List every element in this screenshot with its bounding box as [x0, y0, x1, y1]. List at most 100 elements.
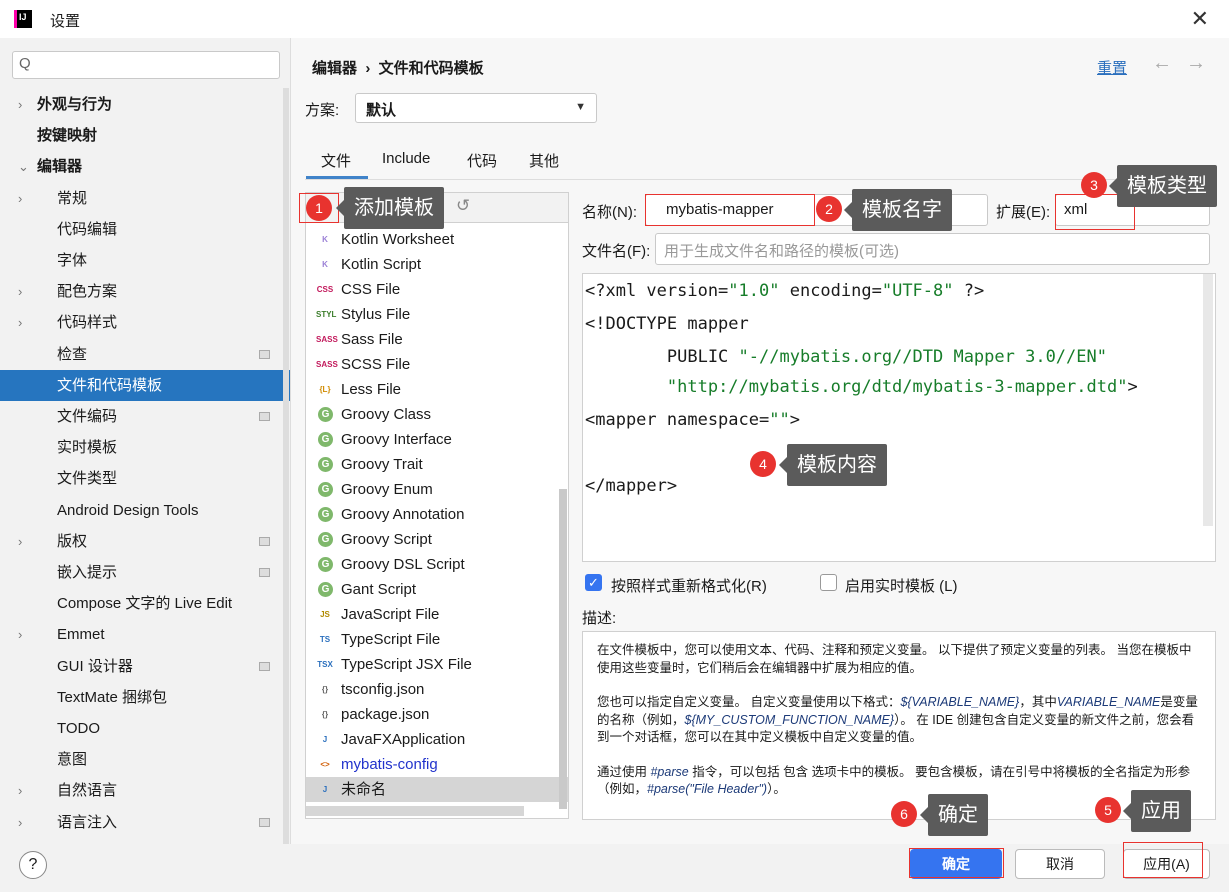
sidebar-item[interactable]: ⌄ 编辑器 — [0, 151, 290, 182]
template-list-item[interactable]: G Groovy Script — [306, 527, 568, 552]
desc-var: ${VARIABLE_NAME} — [900, 695, 1020, 709]
sidebar-item[interactable]: › Emmet — [0, 619, 290, 650]
forward-arrow-icon[interactable]: → — [1186, 52, 1206, 75]
sidebar-item-label: 文件和代码模板 — [57, 376, 163, 394]
sidebar-item[interactable]: › 常规 — [0, 183, 290, 214]
desc-text: ）。 — [767, 782, 786, 796]
template-list-item[interactable]: G Groovy Trait — [306, 452, 568, 477]
template-list-item[interactable]: K Kotlin Worksheet — [306, 227, 568, 252]
desc-var: VARIABLE_NAME — [1056, 695, 1161, 709]
code-text: <mapper namespace= — [585, 410, 770, 430]
reset-icon[interactable]: ↺ — [456, 196, 470, 216]
template-list-item[interactable]: JS JavaScript File — [306, 602, 568, 627]
template-list-item[interactable]: TS TypeScript File — [306, 627, 568, 652]
annotation-tooltip: 应用 — [1123, 790, 1191, 832]
template-list-item[interactable]: G Groovy Class — [306, 402, 568, 427]
annotation-tooltip: 模板内容 — [779, 444, 887, 486]
list-scrollbar[interactable] — [559, 489, 567, 809]
search-input[interactable]: Q — [12, 51, 280, 79]
sidebar-item[interactable]: › 配色方案 — [0, 276, 290, 307]
filename-input[interactable]: 用于生成文件名和路径的模板(可选) — [655, 233, 1210, 265]
reset-link[interactable]: 重置 — [1097, 57, 1127, 78]
sidebar-item[interactable]: TextMate 捆绑包 — [0, 682, 290, 713]
chevron-right-icon[interactable]: › — [18, 183, 22, 214]
live-templates-checkbox[interactable] — [820, 574, 837, 591]
file-type-icon: {} — [321, 685, 329, 694]
tab-include[interactable]: Include — [382, 150, 430, 167]
sidebar-item[interactable]: › 语言注入 — [0, 807, 290, 838]
sidebar-item[interactable]: 文件编码 — [0, 401, 290, 432]
chevron-right-icon[interactable]: › — [18, 526, 22, 557]
sidebar-item[interactable]: 检查 — [0, 339, 290, 370]
chevron-right-icon[interactable]: › — [18, 307, 22, 338]
sidebar-item-label: 文件类型 — [57, 470, 118, 488]
reformat-checkbox[interactable]: ✓ — [585, 574, 602, 591]
chevron-right-icon[interactable]: › — [18, 276, 22, 307]
template-list-item[interactable]: J JavaFXApplication — [306, 727, 568, 752]
sidebar-item[interactable]: 文件和代码模板 — [0, 369, 290, 401]
sidebar-item-label: 文件编码 — [57, 408, 118, 425]
annotation-box-ok — [909, 848, 1004, 878]
template-list-item[interactable]: SASS Sass File — [306, 327, 568, 352]
file-type-icon: SASS — [316, 335, 338, 344]
template-list-item[interactable]: J 未命名 — [306, 777, 568, 802]
template-list-item[interactable]: STYL Stylus File — [306, 302, 568, 327]
template-name: TypeScript JSX File — [341, 656, 472, 673]
template-list-item[interactable]: <> mybatis-config — [306, 752, 568, 777]
sidebar-item-label: 外观与行为 — [37, 96, 113, 113]
template-list-item[interactable]: G Groovy Interface — [306, 427, 568, 452]
sidebar-scrollbar[interactable] — [283, 88, 289, 848]
list-hscrollbar[interactable] — [306, 806, 524, 816]
chevron-right-icon[interactable]: › — [18, 775, 22, 806]
sidebar-item[interactable]: 意图 — [0, 744, 290, 775]
template-list-item[interactable]: SASS SCSS File — [306, 352, 568, 377]
template-list-item[interactable]: G Groovy DSL Script — [306, 552, 568, 577]
sidebar-item[interactable]: 实时模板 — [0, 432, 290, 463]
sidebar-item[interactable]: TODO — [0, 713, 290, 744]
template-list-item[interactable]: {} package.json — [306, 702, 568, 727]
scheme-select[interactable]: 默认 ▼ — [355, 93, 597, 123]
sidebar-item[interactable]: 字体 — [0, 245, 290, 276]
chevron-right-icon[interactable]: › — [18, 807, 22, 838]
sidebar-item[interactable]: Android Design Tools — [0, 495, 290, 526]
sidebar-item[interactable]: 文件类型 — [0, 463, 290, 494]
chevron-right-icon[interactable]: › — [18, 89, 22, 120]
groovy-icon: G — [318, 457, 333, 472]
template-list-item[interactable]: G Groovy Enum — [306, 477, 568, 502]
template-code-editor[interactable]: <?xml version="1.0" encoding="UTF-8" ?> <… — [582, 273, 1216, 562]
groovy-icon: G — [318, 532, 333, 547]
cancel-button[interactable]: 取消 — [1015, 849, 1105, 879]
file-type-icon: TS — [319, 635, 331, 644]
file-type-icon: J — [322, 785, 328, 794]
sidebar-item[interactable]: › 版权 — [0, 526, 290, 557]
sidebar-item[interactable]: › 外观与行为 — [0, 89, 290, 120]
tab-other[interactable]: 其他 — [529, 150, 559, 171]
code-line: <!DOCTYPE mapper — [585, 314, 749, 334]
sidebar-item[interactable]: 代码编辑 — [0, 214, 290, 245]
help-button[interactable]: ? — [19, 851, 47, 879]
back-arrow-icon[interactable]: ← — [1152, 52, 1172, 75]
tab-code[interactable]: 代码 — [467, 150, 497, 171]
file-type-icon: STYL — [316, 310, 337, 319]
template-list-item[interactable]: TSX TypeScript JSX File — [306, 652, 568, 677]
close-icon[interactable]: ✕ — [1191, 6, 1209, 32]
template-list-item[interactable]: {} tsconfig.json — [306, 677, 568, 702]
sidebar-item[interactable]: Compose 文字的 Live Edit — [0, 588, 290, 619]
sidebar-item[interactable]: 按键映射 — [0, 120, 290, 151]
sidebar-item[interactable]: › 自然语言 — [0, 775, 290, 806]
tab-files[interactable]: 文件 — [321, 150, 351, 171]
chevron-right-icon[interactable]: › — [18, 619, 22, 650]
sidebar-item[interactable]: › 代码样式 — [0, 307, 290, 338]
sidebar-item[interactable]: 嵌入提示 — [0, 557, 290, 588]
editor-scrollbar[interactable] — [1203, 274, 1213, 526]
desc-text: 通过使用 — [597, 764, 651, 779]
template-list-item[interactable]: G Groovy Annotation — [306, 502, 568, 527]
sidebar-item[interactable]: GUI 设计器 — [0, 651, 290, 682]
sidebar-item-label: 编辑器 — [37, 158, 83, 176]
template-list-item[interactable]: CSS CSS File — [306, 277, 568, 302]
template-list-item[interactable]: {L} Less File — [306, 377, 568, 402]
groovy-icon: G — [318, 407, 333, 422]
template-list-item[interactable]: G Gant Script — [306, 577, 568, 602]
template-list-item[interactable]: K Kotlin Script — [306, 252, 568, 277]
chevron-down-icon[interactable]: ⌄ — [18, 151, 29, 182]
